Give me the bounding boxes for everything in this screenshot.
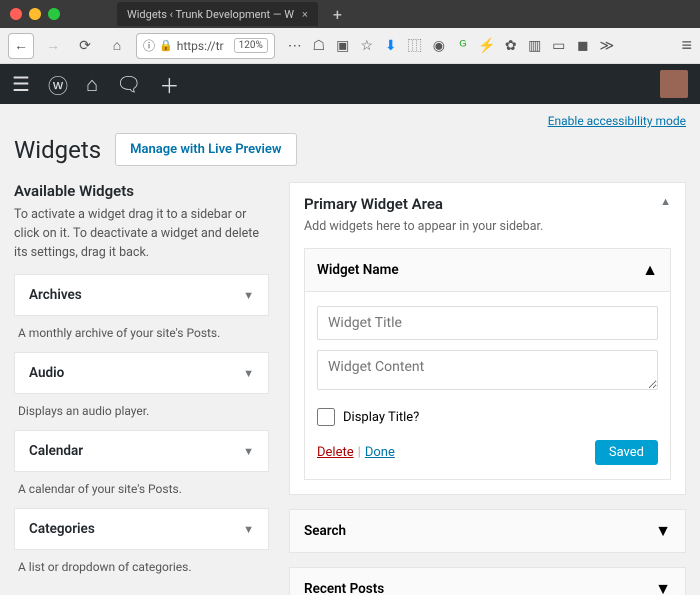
wp-admin-bar: ☰ ⓦ ⌂ 🗨 ＋ — [0, 64, 700, 104]
more-icon[interactable]: ⋯ — [287, 38, 303, 54]
download-icon[interactable]: ⬇ — [383, 38, 399, 54]
chevron-down-icon: ▼ — [243, 523, 254, 536]
panel-icon[interactable]: ▭ — [551, 38, 567, 54]
widget-area-title: Primary Widget Area — [304, 195, 443, 213]
chevron-down-icon: ▼ — [655, 521, 671, 541]
widget-categories[interactable]: Categories ▼ — [14, 508, 269, 550]
widget-label: Audio — [29, 365, 64, 381]
extension-e-icon[interactable]: ◼ — [575, 38, 591, 54]
page-title: Widgets — [14, 136, 101, 164]
close-window-icon[interactable] — [10, 8, 22, 20]
widget-open-name: Widget Name — [317, 262, 399, 278]
info-icon: ⓘ — [143, 37, 155, 54]
widget-label: Calendar — [29, 443, 83, 459]
available-widgets-panel: Available Widgets To activate a widget d… — [14, 182, 269, 595]
menu-icon[interactable]: ≡ — [681, 35, 692, 56]
forward-button[interactable]: → — [40, 33, 66, 59]
menu-toggle-icon[interactable]: ☰ — [12, 72, 30, 96]
widget-audio-desc: Displays an audio player. — [14, 394, 269, 430]
browser-toolbar: ← → ⟳ ⌂ ⓘ 🔒 https://tr 120% ⋯ ☖ ▣ ☆ ⬇ ⿲ … — [0, 28, 700, 64]
browser-tab[interactable]: Widgets ‹ Trunk Development — W × — [117, 2, 318, 26]
accessibility-mode-link[interactable]: Enable accessibility mode — [548, 114, 686, 128]
available-widgets-desc: To activate a widget drag it to a sideba… — [14, 206, 269, 262]
live-preview-button[interactable]: Manage with Live Preview — [115, 133, 296, 166]
extension-d-icon[interactable]: ✿ — [503, 38, 519, 54]
user-avatar[interactable] — [660, 70, 688, 98]
screenshot-icon[interactable]: ≫ — [599, 38, 615, 54]
lock-icon: 🔒 — [159, 39, 173, 52]
widget-label: Archives — [29, 287, 82, 303]
extension-b-icon[interactable]: ᴳ — [455, 38, 471, 54]
widget-label: Categories — [29, 521, 95, 537]
site-home-icon[interactable]: ⌂ — [86, 72, 98, 97]
done-link[interactable]: Done — [365, 445, 395, 460]
available-widgets-heading: Available Widgets — [14, 182, 269, 200]
display-title-label: Display Title? — [343, 410, 419, 425]
shield-icon[interactable]: ☖ — [311, 38, 327, 54]
chevron-down-icon: ▼ — [243, 289, 254, 302]
extension-c-icon[interactable]: ⚡ — [479, 38, 495, 54]
widget-content-input[interactable] — [317, 350, 658, 390]
home-button[interactable]: ⌂ — [104, 33, 130, 59]
widget-label: Recent Posts — [304, 581, 384, 595]
widget-open: Widget Name ▲ Display Title? Delete | — [304, 248, 671, 480]
library-icon[interactable]: ⿲ — [407, 38, 423, 54]
widget-recent-posts[interactable]: Recent Posts ▼ — [289, 567, 686, 595]
widget-archives-desc: A monthly archive of your site's Posts. — [14, 316, 269, 352]
widget-title-input[interactable] — [317, 306, 658, 340]
widget-categories-desc: A list or dropdown of categories. — [14, 550, 269, 586]
page-content: Enable accessibility mode Widgets Manage… — [0, 104, 700, 595]
chevron-down-icon: ▼ — [243, 367, 254, 380]
url-text: https://tr — [177, 39, 224, 53]
reload-button[interactable]: ⟳ — [72, 33, 98, 59]
widget-open-header[interactable]: Widget Name ▲ — [305, 249, 670, 292]
comments-icon[interactable]: 🗨 — [116, 72, 141, 96]
widget-search[interactable]: Search ▼ — [289, 509, 686, 553]
zoom-indicator[interactable]: 120% — [234, 38, 268, 53]
maximize-window-icon[interactable] — [48, 8, 60, 20]
star-icon[interactable]: ☆ — [359, 38, 375, 54]
accessibility-link-row: Enable accessibility mode — [14, 104, 686, 129]
wordpress-logo-icon[interactable]: ⓦ — [48, 70, 68, 99]
widget-audio[interactable]: Audio ▼ — [14, 352, 269, 394]
widget-label: Search — [304, 523, 346, 539]
new-content-icon[interactable]: ＋ — [159, 70, 179, 99]
separator: | — [358, 445, 361, 460]
sidebar-icon[interactable]: ▥ — [527, 38, 543, 54]
delete-link[interactable]: Delete — [317, 445, 354, 460]
close-tab-icon[interactable]: × — [302, 8, 308, 21]
widget-area-panel: Primary Widget Area ▲ Add widgets here t… — [289, 182, 686, 595]
widget-area-desc: Add widgets here to appear in your sideb… — [290, 213, 685, 248]
minimize-window-icon[interactable] — [29, 8, 41, 20]
saved-badge: Saved — [595, 440, 658, 465]
new-tab-button[interactable]: + — [333, 5, 342, 24]
widget-archives[interactable]: Archives ▼ — [14, 274, 269, 316]
widget-calendar[interactable]: Calendar ▼ — [14, 430, 269, 472]
chevron-down-icon: ▼ — [655, 579, 671, 595]
window-titlebar: Widgets ‹ Trunk Development — W × + — [0, 0, 700, 28]
display-title-checkbox[interactable] — [317, 408, 335, 426]
address-bar[interactable]: ⓘ 🔒 https://tr 120% — [136, 33, 275, 59]
chevron-up-icon[interactable]: ▲ — [660, 195, 671, 208]
extension-a-icon[interactable]: ◉ — [431, 38, 447, 54]
back-button[interactable]: ← — [8, 33, 34, 59]
reader-icon[interactable]: ▣ — [335, 38, 351, 54]
tab-title: Widgets ‹ Trunk Development — W — [127, 8, 294, 21]
widget-calendar-desc: A calendar of your site's Posts. — [14, 472, 269, 508]
chevron-up-icon: ▲ — [642, 260, 658, 280]
page-header: Widgets Manage with Live Preview — [14, 133, 686, 166]
chevron-down-icon: ▼ — [243, 445, 254, 458]
